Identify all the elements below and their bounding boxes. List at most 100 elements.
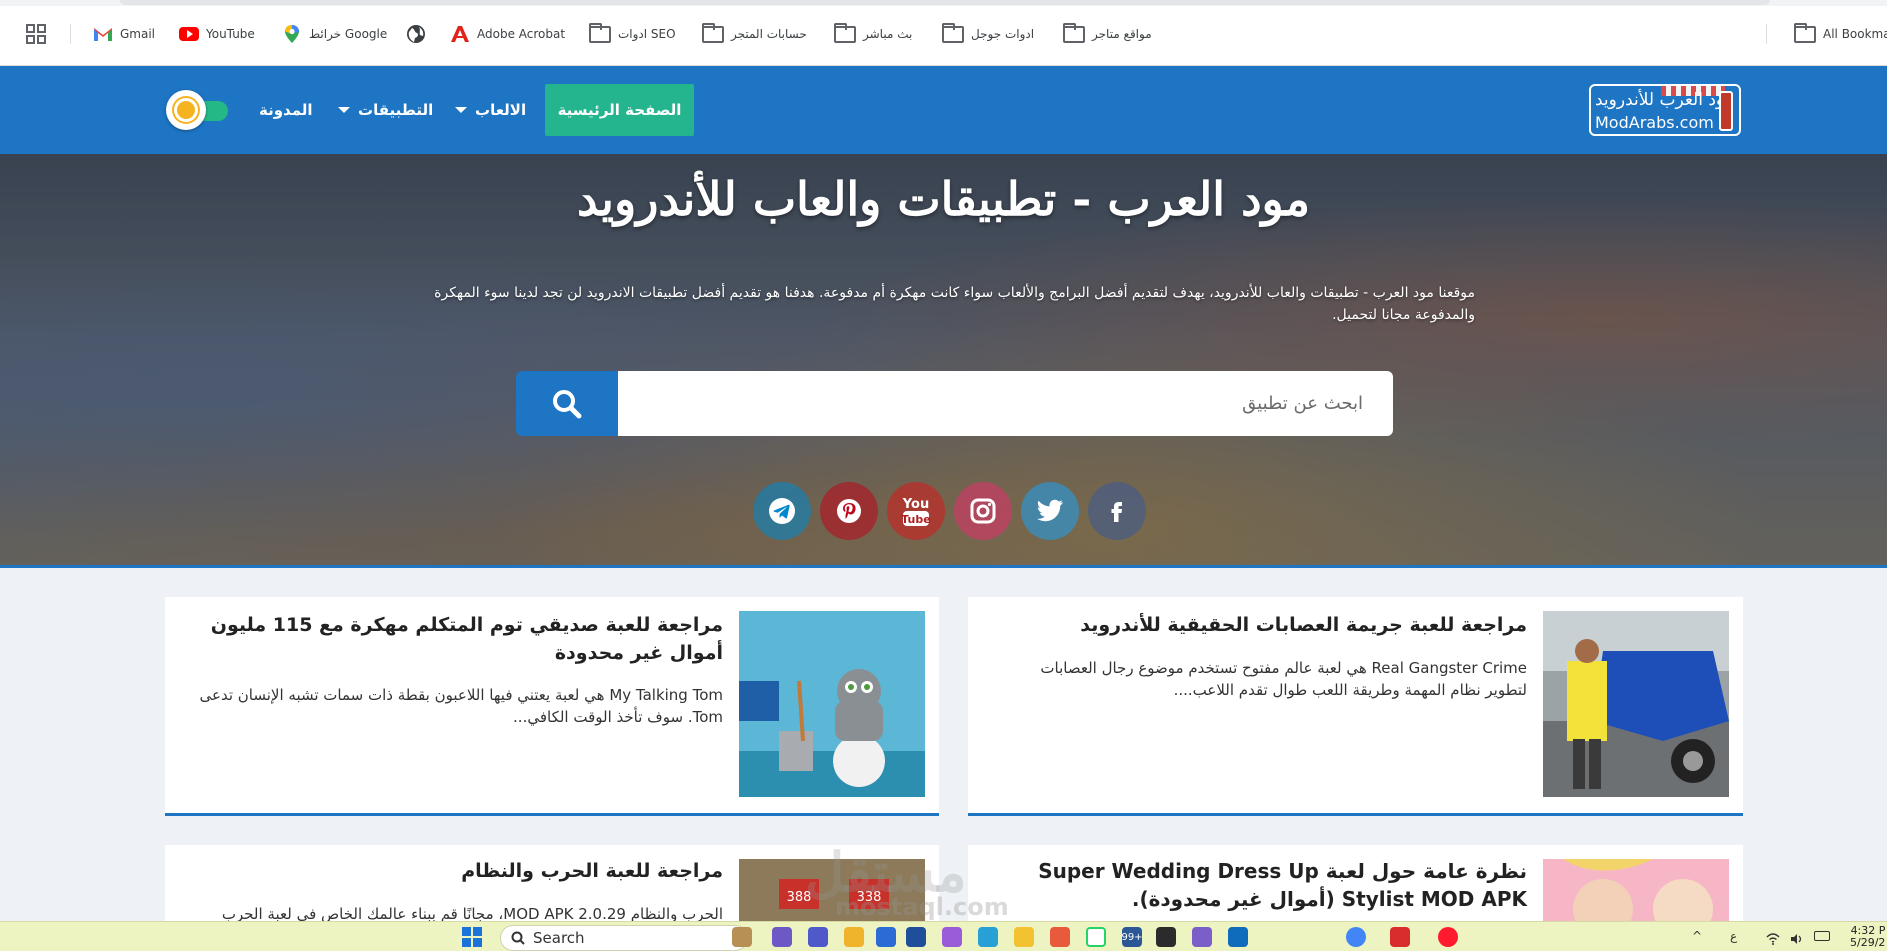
bookmark-folder-seo[interactable]: ادوات SEO xyxy=(589,22,676,46)
show-hidden-icons[interactable]: ^ xyxy=(1692,929,1702,943)
chevron-down-icon xyxy=(338,107,350,113)
paint-icon[interactable] xyxy=(1050,927,1070,947)
youtube-icon: YouTube xyxy=(901,497,931,526)
sticky-notes-icon[interactable] xyxy=(1014,927,1034,947)
battery-icon[interactable] xyxy=(1814,931,1830,941)
l-app-icon[interactable] xyxy=(906,927,926,947)
windows-start-icon[interactable] xyxy=(462,927,482,947)
site-logo[interactable]: مود العرب للأندرويد ModArabs.com xyxy=(1589,84,1741,136)
search-input[interactable] xyxy=(618,371,1393,436)
nav-home-button[interactable]: الصفحة الرئيسية xyxy=(545,84,694,136)
social-facebook[interactable] xyxy=(1088,482,1146,540)
bookmark-gmail[interactable]: Gmail xyxy=(93,22,155,46)
hero-title: مود العرب - تطبيقات والعاب للأندرويد xyxy=(577,172,1310,226)
app-icon[interactable] xyxy=(1390,927,1410,947)
social-pinterest[interactable] xyxy=(820,482,878,540)
clock-date: 5/29/2 xyxy=(1850,936,1886,949)
bookmark-google-maps[interactable]: خرائط Google xyxy=(282,22,387,46)
bookmark-adobe-acrobat[interactable]: Adobe Acrobat xyxy=(450,22,565,46)
pinterest-icon xyxy=(837,499,861,523)
store-icon[interactable] xyxy=(876,927,896,947)
input-language[interactable]: ع xyxy=(1730,929,1737,943)
dev-app-icon[interactable] xyxy=(1156,927,1176,947)
copilot-icon[interactable] xyxy=(772,927,792,947)
search-icon xyxy=(511,931,525,945)
article-card[interactable]: نظرة عامة حول لعبة Super Wedding Dress U… xyxy=(968,845,1743,925)
bookmark-folder-google-tools[interactable]: ادوات جوجل xyxy=(942,22,1034,46)
article-title[interactable]: نظرة عامة حول لعبة Super Wedding Dress U… xyxy=(1007,857,1527,913)
bookmark-all-bookmarks[interactable]: All Bookmarks xyxy=(1794,22,1887,46)
notification-badge[interactable]: 99+ xyxy=(1121,927,1143,947)
taskbar-search[interactable]: Search xyxy=(500,925,748,951)
social-youtube[interactable]: You Tube xyxy=(887,482,945,540)
nav-games[interactable]: الالعاب xyxy=(455,66,526,154)
bookmark-label: حسابات المتجر xyxy=(731,27,807,41)
telegram-icon xyxy=(769,498,795,524)
nav-label: التطبيقات xyxy=(358,101,434,119)
search-button[interactable] xyxy=(516,371,618,436)
article-card[interactable]: مراجعة للعبة صديقي توم المتكلم مهكرة مع … xyxy=(165,597,939,816)
instagram-icon xyxy=(970,498,996,524)
nav-label: الالعاب xyxy=(475,101,527,119)
article-title[interactable]: مراجعة للعبة الحرب والنظام xyxy=(183,857,723,885)
file-explorer-icon[interactable] xyxy=(844,927,864,947)
bookmark-label: YouTube xyxy=(206,27,255,41)
nav-apps[interactable]: التطبيقات xyxy=(338,66,433,154)
bookmarks-bar: Gmail YouTube خرائط Google Adobe Acrobat… xyxy=(0,0,1887,66)
globe-icon xyxy=(407,25,425,43)
theme-toggle[interactable] xyxy=(166,90,232,130)
article-thumbnail[interactable] xyxy=(1543,611,1729,797)
social-instagram[interactable] xyxy=(954,482,1012,540)
article-title[interactable]: مراجعة للعبة صديقي توم المتكلم مهكرة مع … xyxy=(183,611,723,667)
article-card[interactable]: مراجعة للعبة جريمة العصابات الحقيقية للأ… xyxy=(968,597,1743,816)
taskbar-widget-icon[interactable] xyxy=(732,927,752,947)
bookmark-globe[interactable] xyxy=(406,22,426,46)
teams-icon[interactable] xyxy=(808,927,828,947)
nav-label: المدونة xyxy=(259,101,313,119)
svg-text:Tube: Tube xyxy=(901,513,930,526)
badge-count: 99+ xyxy=(1121,931,1143,943)
phone-icon xyxy=(1719,91,1733,131)
social-twitter[interactable] xyxy=(1021,482,1079,540)
article-excerpt: My Talking Tom هي لعبة يعتني فيها اللاعب… xyxy=(199,686,724,726)
bookmark-folder-store-accounts[interactable]: حسابات المتجر xyxy=(702,22,807,46)
edge-icon[interactable] xyxy=(978,927,998,947)
site-header: المدونة التطبيقات الالعاب الصفحة الرئيسي… xyxy=(0,66,1887,154)
article-excerpt: Real Gangster Crime هي لعبة عالم مفتوح ت… xyxy=(1040,659,1527,699)
maps-icon xyxy=(285,25,299,43)
bookmark-folder-store-sites[interactable]: مواقع متاجر xyxy=(1063,22,1152,46)
photos-icon[interactable] xyxy=(942,927,962,947)
bookmark-youtube[interactable]: YouTube xyxy=(179,22,255,46)
bookmark-label: Adobe Acrobat xyxy=(477,27,566,41)
chrome-icon[interactable] xyxy=(1346,927,1366,947)
taskbar-clock[interactable]: 4:32 P 5/29/2 xyxy=(1850,925,1885,949)
tab-strip xyxy=(0,0,1887,6)
bookmark-label: مواقع متاجر xyxy=(1092,27,1152,41)
nav-blog[interactable]: المدونة xyxy=(259,66,313,154)
hero-section: مود العرب - تطبيقات والعاب للأندرويد موق… xyxy=(0,154,1887,567)
folder-icon xyxy=(834,22,856,43)
outlook-icon[interactable] xyxy=(1228,927,1248,947)
article-thumbnail[interactable] xyxy=(1543,859,1729,925)
bookmark-label: خرائط Google xyxy=(309,27,388,41)
wifi-icon[interactable] xyxy=(1766,930,1780,945)
folder-icon xyxy=(1794,22,1816,43)
bookmark-label: بث مباشر xyxy=(863,27,913,41)
whatsapp-icon[interactable] xyxy=(1086,927,1106,947)
gmail-icon xyxy=(94,28,112,41)
folder-icon xyxy=(1063,22,1085,43)
opera-icon[interactable] xyxy=(1438,927,1458,947)
volume-icon[interactable] xyxy=(1790,930,1804,944)
folder-icon xyxy=(702,22,724,43)
bookmark-folder-live[interactable]: بث مباشر xyxy=(834,22,912,46)
folder-icon xyxy=(942,22,964,43)
apps-grid-icon[interactable] xyxy=(26,22,46,46)
vs-icon[interactable] xyxy=(1192,927,1212,947)
social-telegram[interactable] xyxy=(753,482,811,540)
bookmark-label: All Bookmarks xyxy=(1823,27,1887,41)
search-bar xyxy=(516,371,1393,436)
bookmark-label: ادوات جوجل xyxy=(971,27,1035,41)
article-thumbnail[interactable] xyxy=(739,611,925,797)
logo-text: مود العرب للأندرويد xyxy=(1595,90,1734,110)
article-title[interactable]: مراجعة للعبة جريمة العصابات الحقيقية للأ… xyxy=(1007,611,1527,639)
